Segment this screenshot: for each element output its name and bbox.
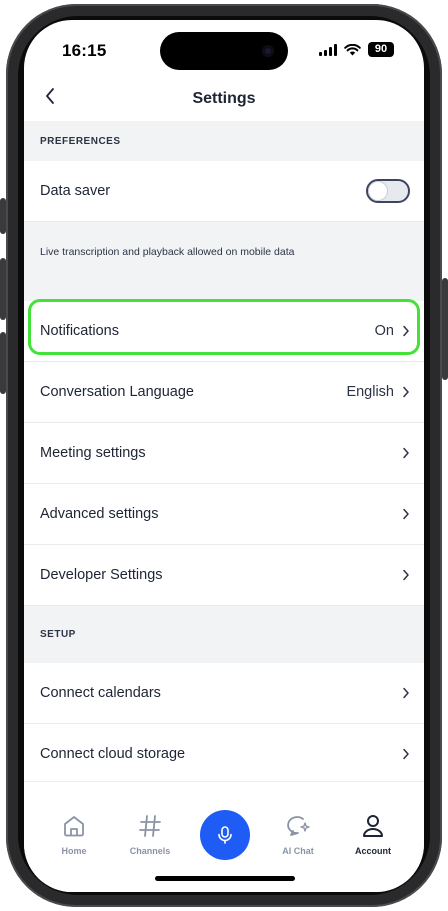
chevron-right-icon [403, 748, 409, 760]
settings-item-developer-settings[interactable]: Developer Settings [24, 545, 424, 606]
chevron-right-icon [403, 508, 409, 520]
data-saver-info: Live transcription and playback allowed … [24, 222, 424, 301]
settings-item-conversation-language[interactable]: Conversation Language English [24, 362, 424, 423]
settings-item-advanced-settings[interactable]: Advanced settings [24, 484, 424, 545]
power-button [442, 278, 448, 380]
settings-item-label: Connect cloud storage [40, 746, 186, 762]
record-button[interactable] [200, 810, 250, 860]
home-icon [64, 816, 84, 837]
settings-item-label: Advanced settings [40, 506, 159, 522]
tab-home[interactable]: Home [39, 812, 109, 856]
data-saver-toggle[interactable] [366, 179, 410, 203]
dynamic-island [160, 32, 288, 70]
settings-item-connect-cloud-storage[interactable]: Connect cloud storage [24, 724, 424, 785]
camera-icon [262, 45, 274, 57]
hash-icon [139, 815, 161, 837]
chevron-right-icon [403, 447, 409, 459]
volume-up-button [0, 258, 6, 320]
microphone-icon [218, 826, 232, 844]
data-saver-label: Data saver [40, 183, 111, 199]
volume-down-button [0, 332, 6, 394]
tab-label: Home [61, 846, 87, 856]
cellular-signal-icon [319, 43, 337, 56]
action-button [0, 198, 6, 234]
tab-ai-chat[interactable]: AI Chat [263, 812, 333, 856]
wifi-icon [344, 43, 361, 55]
chevron-right-icon [403, 569, 409, 581]
settings-item-meeting-settings[interactable]: Meeting settings [24, 423, 424, 484]
data-saver-row: Data saver [24, 161, 424, 222]
chevron-right-icon [403, 687, 409, 699]
person-icon [363, 815, 383, 837]
tab-label: AI Chat [282, 846, 314, 856]
home-indicator [155, 876, 295, 881]
settings-item-connect-calendars[interactable]: Connect calendars [24, 663, 424, 724]
tab-label: Channels [129, 846, 171, 856]
settings-item-label: Connect calendars [40, 685, 161, 701]
settings-item-label: Conversation Language [40, 384, 194, 400]
section-header-setup: SETUP [24, 606, 424, 663]
status-bar: 16:15 90 [24, 20, 424, 80]
settings-item-notifications[interactable]: Notifications On [24, 301, 424, 362]
chevron-right-icon [403, 325, 409, 337]
section-header-preferences: PREFERENCES [24, 121, 424, 161]
settings-list: PREFERENCES Data saver Live transcriptio… [24, 121, 424, 785]
settings-item-label: Meeting settings [40, 445, 146, 461]
settings-item-label: Notifications [40, 323, 119, 339]
settings-item-value: On [374, 323, 394, 339]
page-title: Settings [192, 90, 256, 107]
settings-item-value: English [346, 384, 394, 400]
status-time: 16:15 [62, 41, 107, 60]
settings-item-label: Developer Settings [40, 567, 163, 583]
chevron-right-icon [403, 386, 409, 398]
ai-chat-icon [287, 816, 310, 836]
toggle-knob [369, 182, 387, 200]
battery-indicator: 90 [368, 42, 394, 57]
status-icons: 90 [319, 42, 394, 57]
tab-account[interactable]: Account [338, 812, 408, 856]
tab-channels[interactable]: Channels [115, 812, 185, 856]
tab-label: Account [355, 846, 391, 856]
screen: 16:15 90 Settings PREFERENCES Data saver… [24, 20, 424, 892]
